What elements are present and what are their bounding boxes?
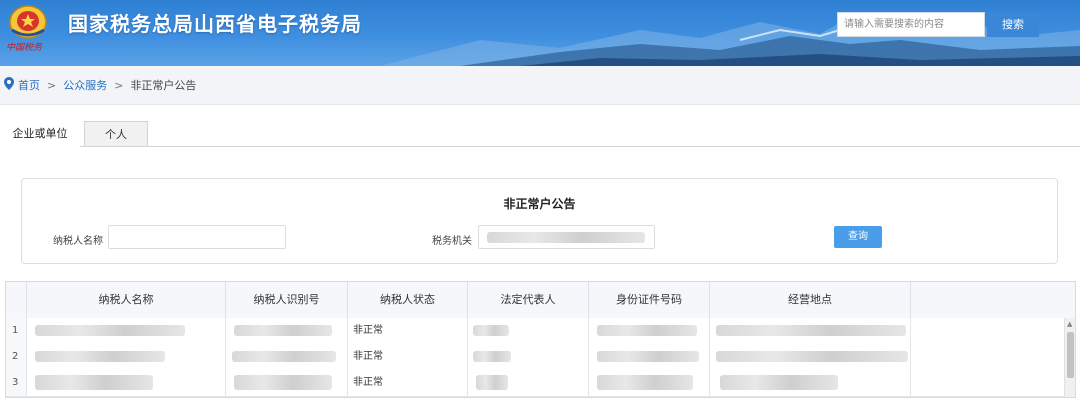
taxpayer-id-cell	[226, 318, 348, 344]
row-index: 1	[6, 318, 27, 344]
tab-bar: 企业或单位 个人	[0, 121, 1080, 147]
tax-authority-select[interactable]	[478, 225, 655, 249]
query-button[interactable]: 查询	[834, 226, 882, 248]
redacted-value	[487, 232, 645, 243]
column-header-business-location[interactable]: 经营地点	[710, 282, 911, 318]
legal-rep-cell	[468, 370, 589, 396]
id-number-cell	[589, 344, 710, 370]
location-pin-icon	[4, 77, 14, 93]
taxpayer-id-cell	[226, 344, 348, 370]
scrollbar-thumb[interactable]	[1067, 332, 1074, 378]
column-header-taxpayer-name[interactable]: 纳税人名称	[27, 282, 226, 318]
header-banner: 中国税务 国家税务总局山西省电子税务局 搜索	[0, 0, 1080, 66]
business-location-cell	[710, 318, 911, 344]
column-header-taxpayer-id[interactable]: 纳税人识别号	[226, 282, 348, 318]
redacted-value	[35, 351, 165, 362]
redacted-value	[35, 325, 185, 336]
redacted-value	[234, 325, 332, 336]
row-index: 3	[6, 370, 27, 396]
tax-authority-label: 税务机关	[432, 236, 472, 247]
id-number-cell	[589, 370, 710, 396]
tab-individual[interactable]: 个人	[84, 121, 148, 146]
table-row[interactable]: 3 非正常	[6, 370, 1064, 397]
taxpayer-name-cell	[27, 370, 226, 396]
table-row[interactable]: 1 非正常	[6, 318, 1064, 345]
status-cell: 非正常	[348, 370, 468, 396]
redacted-value	[716, 351, 908, 362]
tax-emblem-icon	[9, 5, 47, 39]
legal-rep-cell	[468, 318, 589, 344]
id-number-cell	[589, 318, 710, 344]
results-table: 纳税人名称 纳税人识别号 纳税人状态 法定代表人 身份证件号码 经营地点 1 非…	[5, 281, 1076, 398]
site-search-button[interactable]: 搜索	[987, 12, 1039, 37]
redacted-value	[597, 351, 699, 362]
breadcrumb-public-service-link[interactable]: 公众服务	[63, 77, 107, 93]
table-row[interactable]: 2 非正常	[6, 344, 1064, 371]
taxpayer-name-label: 纳税人名称	[53, 236, 103, 247]
taxpayer-name-input[interactable]	[108, 225, 286, 249]
status-cell: 非正常	[348, 318, 468, 344]
status-cell: 非正常	[348, 344, 468, 370]
taxpayer-name-cell	[27, 318, 226, 344]
query-panel: 非正常户公告 纳税人名称 税务机关 查询	[21, 178, 1058, 264]
redacted-value	[473, 351, 511, 362]
redacted-value	[720, 375, 838, 390]
column-header-legal-rep[interactable]: 法定代表人	[468, 282, 589, 318]
site-search-input[interactable]	[837, 12, 985, 37]
redacted-value	[35, 375, 153, 390]
taxpayer-id-cell	[226, 370, 348, 396]
tab-enterprise[interactable]: 企业或单位	[0, 121, 80, 147]
breadcrumb-home-link[interactable]: 首页	[18, 77, 40, 93]
row-index: 2	[6, 344, 27, 370]
business-location-cell	[710, 370, 911, 396]
breadcrumb-current: 非正常户公告	[130, 79, 197, 92]
breadcrumb: 首页 > 公众服务 > 非正常户公告	[0, 66, 1080, 105]
legal-rep-cell	[468, 344, 589, 370]
taxpayer-name-cell	[27, 344, 226, 370]
emblem-caption: 中国税务	[6, 43, 43, 53]
redacted-value	[597, 325, 697, 336]
redacted-value	[597, 375, 693, 390]
redacted-value	[473, 325, 509, 336]
redacted-value	[234, 375, 332, 390]
site-title: 国家税务总局山西省电子税务局	[68, 12, 362, 36]
breadcrumb-separator: >	[47, 78, 57, 92]
redacted-value	[716, 325, 906, 336]
redacted-value	[232, 351, 336, 362]
column-header-status[interactable]: 纳税人状态	[348, 282, 468, 318]
column-header-index	[6, 282, 27, 318]
query-panel-title: 非正常户公告	[503, 197, 576, 211]
breadcrumb-separator: >	[114, 78, 124, 92]
scroll-up-arrow-icon[interactable]: ▲	[1067, 320, 1072, 328]
column-header-id-number[interactable]: 身份证件号码	[589, 282, 710, 318]
table-header-row: 纳税人名称 纳税人识别号 纳税人状态 法定代表人 身份证件号码 经营地点	[6, 282, 1075, 319]
business-location-cell	[710, 344, 911, 370]
table-vertical-scrollbar[interactable]: ▲	[1064, 318, 1075, 397]
redacted-value	[476, 375, 508, 390]
